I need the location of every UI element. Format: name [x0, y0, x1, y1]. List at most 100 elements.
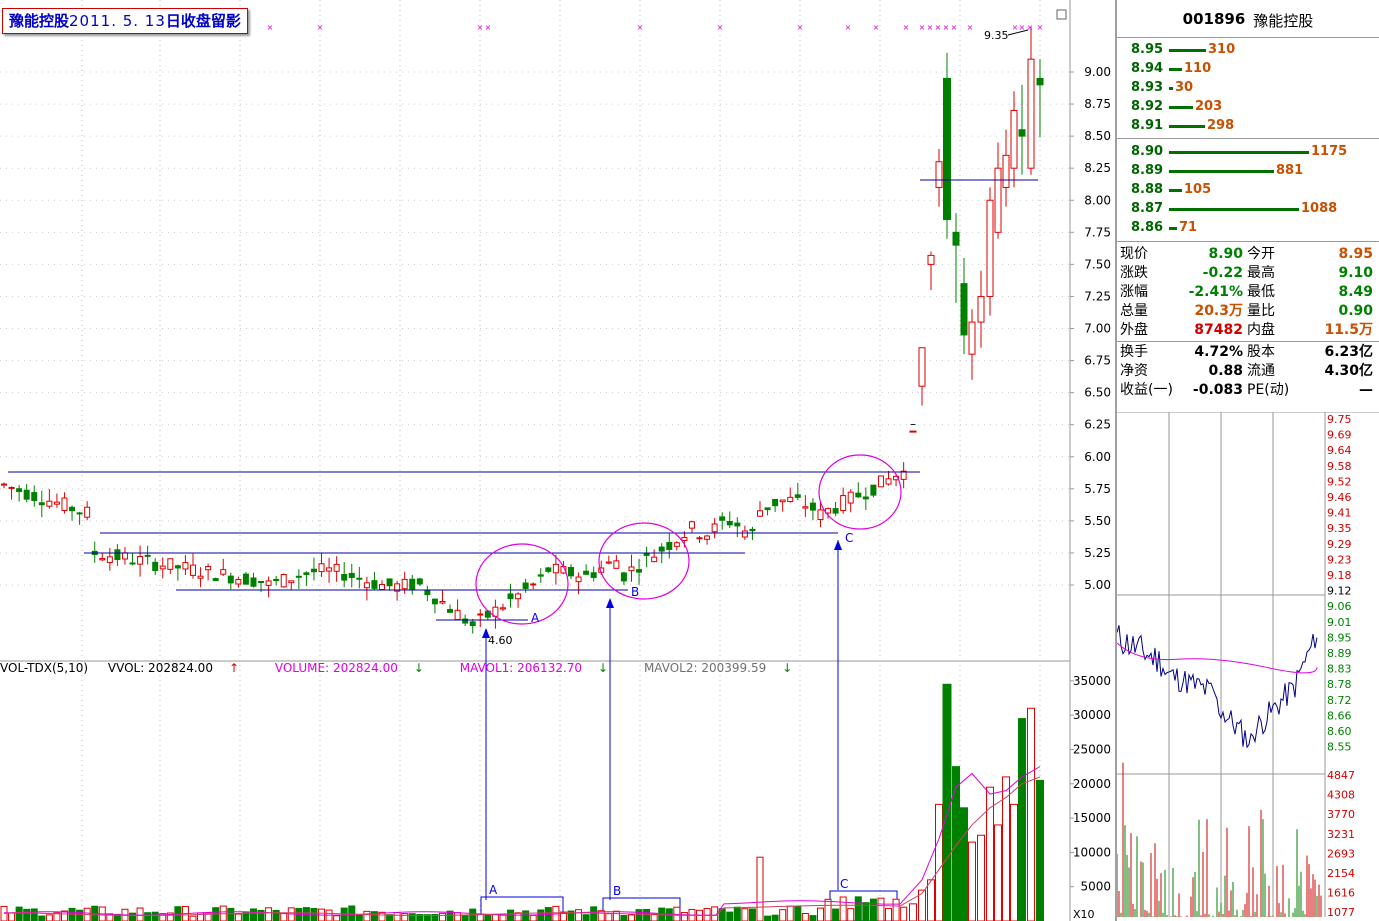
candle-up — [159, 565, 166, 570]
book-volume: 203 — [1195, 99, 1223, 114]
minute-price-tick: 9.64 — [1327, 444, 1352, 457]
minute-chart[interactable]: 9.75 9.69 9.64 9.58 9.52 9.46 9.41 9.35 9.29 9.23… — [1117, 412, 1379, 917]
candle-up — [454, 609, 461, 621]
bid-list: 8.90 1175 8.89 881 8.88 105 8.87 1088 8.86 7… — [1117, 142, 1379, 237]
quote-label: 总量 — [1120, 303, 1148, 319]
candle-down — [114, 549, 121, 560]
candle-down — [734, 522, 741, 527]
volume-legend: VOL-TDX(5,10) VVOL: 202824.00 ↑ VOLUME: 2… — [0, 660, 824, 676]
candle-down — [431, 598, 438, 605]
volume-bar-up — [612, 910, 620, 921]
volume-bar-down — [764, 915, 772, 921]
signal-cross-mark: × — [951, 23, 958, 32]
volume-bar-down — [718, 908, 726, 921]
bid-row[interactable]: 8.89 881 — [1117, 161, 1379, 180]
candle-up — [235, 579, 242, 585]
book-price: 8.92 — [1131, 99, 1164, 114]
volume-bar-up — [454, 912, 462, 921]
candle-down — [583, 570, 590, 575]
volume-bar-down — [726, 911, 734, 921]
candle-down — [870, 484, 877, 496]
candle-up — [575, 576, 582, 583]
candle-up — [190, 564, 196, 576]
candle-down — [38, 502, 45, 506]
minute-volume-tick: 4308 — [1327, 789, 1355, 802]
candle-down — [69, 506, 76, 512]
volume-bar-down — [408, 913, 416, 921]
ask-list: 8.95 310 8.94 110 8.93 30 8.92 203 8.91 298 — [1117, 40, 1379, 135]
volume-bar-down — [461, 914, 469, 921]
candle-down — [310, 568, 317, 573]
volume-bar-up — [605, 913, 613, 921]
bid-row[interactable]: 8.90 1175 — [1117, 142, 1379, 161]
volume-bar-up — [627, 914, 635, 921]
volume-tick-label: 35000 — [1073, 674, 1111, 688]
volume-bar-up — [280, 912, 288, 921]
signal-cross-mark: × — [485, 23, 492, 32]
quote-value: 8.90 — [1208, 246, 1243, 262]
kline-svg[interactable]: 9.00 8.75 8.50 8.25 8.00 7.75 7.50 7.25 7.00 6.75… — [0, 0, 1115, 921]
title-stock-name: 豫能控股 — [9, 12, 70, 30]
quote-label: 内盘 — [1247, 322, 1275, 338]
bid-row[interactable]: 8.88 105 — [1117, 180, 1379, 199]
ask-row[interactable]: 8.95 310 — [1117, 40, 1379, 59]
quote-label: PE(动) — [1247, 382, 1290, 398]
minute-price-line — [1117, 625, 1318, 749]
candle-down — [31, 492, 38, 501]
minute-price-tick: 9.41 — [1327, 507, 1352, 520]
quote-label: 量比 — [1247, 303, 1275, 319]
candle-up — [121, 552, 128, 560]
quote-row: 涨幅 -2.41% 最低 8.49 — [1117, 283, 1379, 302]
candle-up — [1027, 58, 1035, 169]
ask-row[interactable]: 8.92 203 — [1117, 97, 1379, 116]
marker-a-label: A — [531, 611, 540, 625]
bid-row[interactable]: 8.87 1088 — [1117, 199, 1379, 218]
book-volume: 1175 — [1311, 144, 1348, 159]
candle-down — [1018, 129, 1026, 137]
candle-down — [862, 496, 869, 500]
candle-down — [76, 512, 83, 515]
signal-cross-mark: × — [919, 23, 926, 32]
quote-value: 4.30亿 — [1324, 363, 1373, 379]
book-price: 8.90 — [1131, 144, 1164, 159]
volume-bar-up — [189, 915, 197, 921]
minute-volume-tick: 2154 — [1327, 867, 1355, 880]
candle-up — [552, 563, 559, 574]
candle-down — [250, 577, 257, 587]
ask-row[interactable]: 8.93 30 — [1117, 78, 1379, 97]
candle-down — [772, 498, 779, 507]
signal-cross-mark: × — [1037, 23, 1044, 32]
candle-up — [477, 613, 484, 616]
vol-indicator-name[interactable]: VOL-TDX(5,10) VVOL: 202824.00 ↑ — [0, 661, 255, 675]
volume-bar-up — [839, 896, 847, 921]
candle-up — [651, 556, 658, 563]
volume-bar-down — [242, 912, 250, 921]
volume-bar-up — [393, 911, 401, 921]
candle-up — [847, 491, 854, 504]
bid-row[interactable]: 8.86 71 — [1117, 218, 1379, 237]
candle-down — [144, 554, 151, 557]
volume-bar-down — [942, 683, 952, 921]
candle-up — [205, 565, 212, 571]
ask-row[interactable]: 8.91 298 — [1117, 116, 1379, 135]
candle-up — [8, 486, 15, 489]
candle-down — [719, 516, 726, 521]
volume-bar-down — [960, 807, 968, 921]
ask-row[interactable]: 8.94 110 — [1117, 59, 1379, 78]
price-tick-label: 8.50 — [1084, 129, 1111, 143]
candle-up — [909, 430, 917, 433]
book-volume: 298 — [1207, 118, 1235, 133]
signal-cross-mark: × — [317, 23, 324, 32]
quote-panel: 001896 豫能控股 8.95 310 8.94 110 8.93 30 8.92 … — [1115, 0, 1379, 921]
candle-down — [371, 580, 378, 589]
book-volume: 110 — [1184, 61, 1212, 76]
candle-up — [704, 535, 711, 540]
candle-up — [167, 558, 174, 570]
volume-bar-up — [45, 914, 53, 921]
quote-row: 现价 8.90 今开 8.95 — [1117, 245, 1379, 264]
minute-price-tick: 9.18 — [1327, 569, 1352, 582]
kline-chart-area[interactable]: 9.00 8.75 8.50 8.25 8.00 7.75 7.50 7.25 7.00 6.75… — [0, 0, 1115, 921]
candle-up — [681, 536, 688, 542]
candle-up — [439, 600, 446, 604]
candle-up — [628, 566, 635, 572]
